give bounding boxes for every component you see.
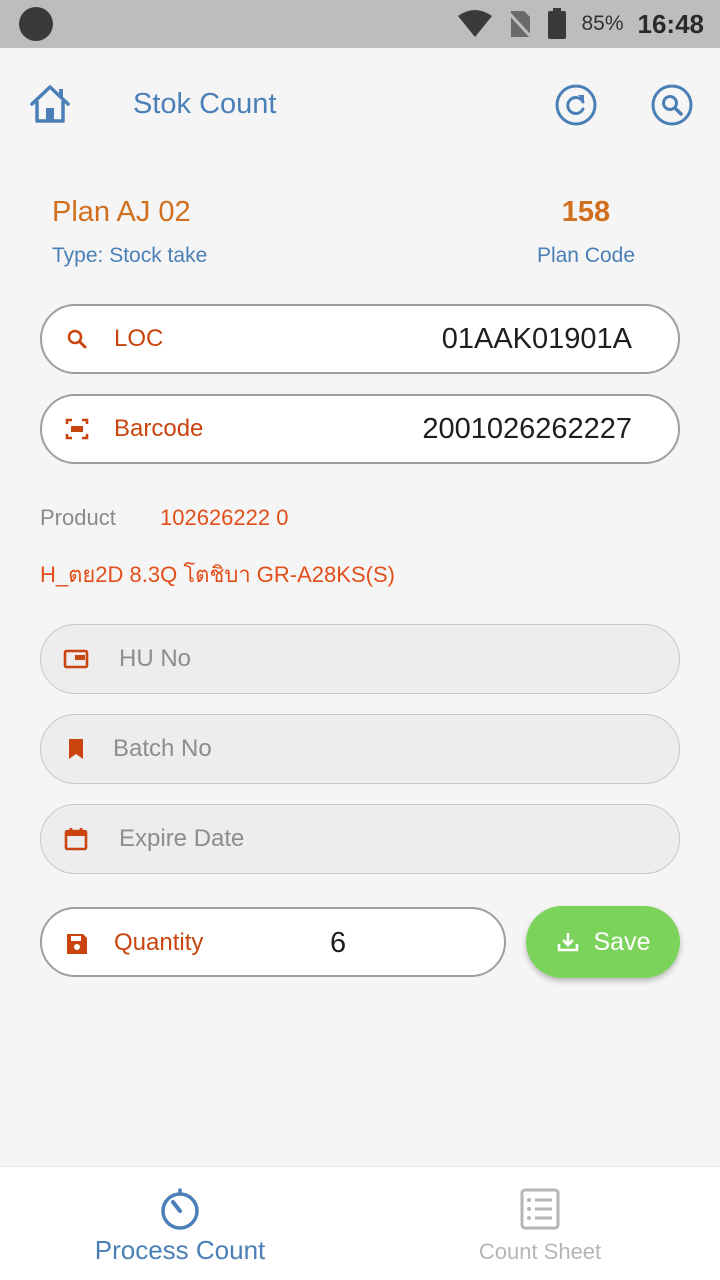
refresh-button[interactable] [554,83,598,127]
page-title: Stok Count [133,88,277,120]
no-sim-icon [507,10,534,39]
barcode-label: Barcode [114,415,204,442]
card-icon [63,649,89,669]
expire-date-placeholder: Expire Date [119,825,245,852]
nav-count-sheet[interactable]: Count Sheet [360,1167,720,1280]
search-icon [67,329,87,349]
product-code: 102626222 0 [160,505,289,530]
search-icon [651,84,693,126]
home-icon [30,85,70,123]
product-description: H_ตย2D 8.3Q โตชิบา GR-A28KS(S) [40,562,395,587]
status-bar: 85% 16:48 [0,0,720,48]
search-button[interactable] [650,83,694,127]
bookmark-icon [69,739,83,759]
batch-no-field[interactable]: Batch No [40,714,680,784]
save-disk-icon [67,934,87,954]
quantity-value: 6 [330,927,347,959]
hu-no-field[interactable]: HU No [40,624,680,694]
refresh-icon [555,84,597,126]
download-icon [557,933,578,952]
save-button[interactable]: Save [526,906,680,978]
plan-name: Plan AJ 02 [52,196,191,228]
barcode-field[interactable]: Barcode 2001026262227 [40,394,680,464]
bottom-navigation: Process Count Count Sheet [0,1166,720,1280]
quantity-label: Quantity [114,929,204,956]
hu-no-placeholder: HU No [119,645,192,672]
notification-dot-icon [19,7,53,41]
list-sheet-icon [520,1188,560,1230]
calendar-icon [64,828,88,851]
status-clock: 16:48 [637,8,705,39]
product-label: Product [40,505,116,530]
quantity-field[interactable]: Quantity 6 [40,907,506,977]
battery-icon [548,8,567,39]
timer-icon [161,1188,199,1230]
plan-type: Type: Stock take [52,244,208,267]
barcode-scan-icon [65,418,89,440]
loc-field[interactable]: LOC 01AAK01901A [40,304,680,374]
expire-date-field[interactable]: Expire Date [40,804,680,874]
plan-code-value: 158 [561,196,611,228]
barcode-value: 2001026262227 [422,412,632,445]
nav-count-sheet-label: Count Sheet [478,1239,602,1264]
home-button[interactable] [28,82,72,126]
wifi-icon [458,10,493,37]
loc-value: 01AAK01901A [441,322,632,355]
plan-code-label: Plan Code [536,244,636,267]
battery-percentage: 85% [581,12,624,35]
nav-process-count-label: Process Count [94,1235,266,1265]
loc-label: LOC [114,325,164,352]
batch-no-placeholder: Batch No [113,735,212,762]
app-bar: Stok Count [0,48,720,160]
nav-process-count[interactable]: Process Count [0,1167,360,1280]
save-button-label: Save [593,927,651,956]
